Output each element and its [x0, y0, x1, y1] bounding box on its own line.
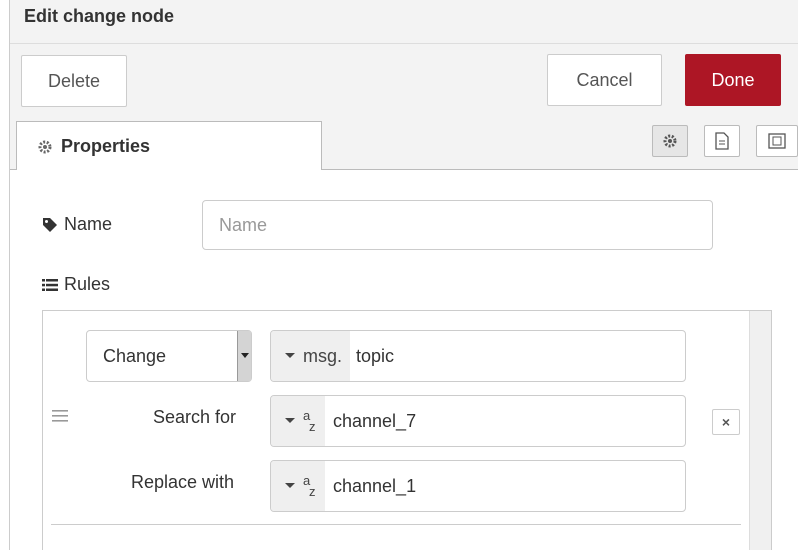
rule-action-select[interactable]: Change — [86, 330, 252, 382]
properties-panel: Name Rules Change msg. topic — [10, 170, 798, 550]
tag-icon — [43, 217, 57, 232]
gear-icon — [663, 134, 677, 148]
property-type-button[interactable]: msg. — [271, 331, 351, 381]
appearance-icon — [768, 133, 786, 149]
name-label: Name — [64, 214, 113, 234]
replace-with-input[interactable]: az channel_1 — [270, 460, 686, 512]
rules-scrollbar[interactable] — [749, 311, 771, 550]
rule-action-value: Change — [103, 345, 167, 366]
tray-toolbar: Delete Cancel Done — [10, 44, 798, 116]
string-type-icon: az — [303, 473, 316, 499]
replace-with-label: Replace with — [131, 472, 235, 492]
tab-properties[interactable]: Properties — [16, 121, 322, 171]
caret-down-icon — [285, 353, 295, 358]
property-value: topic — [356, 345, 395, 366]
tabs-bar: Properties — [10, 116, 798, 171]
delete-button[interactable]: Delete — [21, 55, 127, 107]
rule-property-input[interactable]: msg. topic — [270, 330, 686, 382]
chevron-down-icon — [237, 331, 251, 381]
description-icon — [715, 132, 729, 150]
rule-divider — [51, 524, 741, 525]
name-input[interactable] — [202, 200, 713, 250]
cancel-button[interactable]: Cancel — [547, 54, 662, 106]
string-type-icon: az — [303, 408, 316, 434]
left-edge — [0, 0, 10, 550]
caret-down-icon — [285, 483, 295, 488]
drag-handle-icon[interactable] — [52, 409, 68, 427]
search-for-input[interactable]: az channel_7 — [270, 395, 686, 447]
tab-description[interactable] — [704, 125, 740, 157]
replace-with-value: channel_1 — [333, 475, 417, 496]
rules-label: Rules — [64, 274, 111, 294]
search-for-label: Search for — [153, 407, 237, 427]
list-icon — [42, 278, 58, 291]
property-prefix: msg. — [303, 345, 343, 366]
name-label-row: Name — [42, 214, 112, 235]
search-for-value: channel_7 — [333, 410, 417, 431]
remove-rule-button[interactable]: × — [712, 409, 740, 435]
tab-appearance[interactable] — [756, 125, 798, 157]
search-type-button[interactable]: az — [271, 396, 325, 446]
tab-settings[interactable] — [652, 125, 688, 157]
tray-title: Edit change node — [24, 6, 175, 26]
tab-properties-label: Properties — [61, 136, 151, 156]
rules-label-row: Rules — [42, 274, 110, 295]
caret-down-icon — [285, 418, 295, 423]
gear-icon — [38, 140, 52, 153]
done-button[interactable]: Done — [685, 54, 781, 106]
replace-type-button[interactable]: az — [271, 461, 325, 511]
rules-list: Change msg. topic Search for az channel_… — [42, 310, 772, 550]
tray-header: Edit change node — [10, 0, 798, 44]
